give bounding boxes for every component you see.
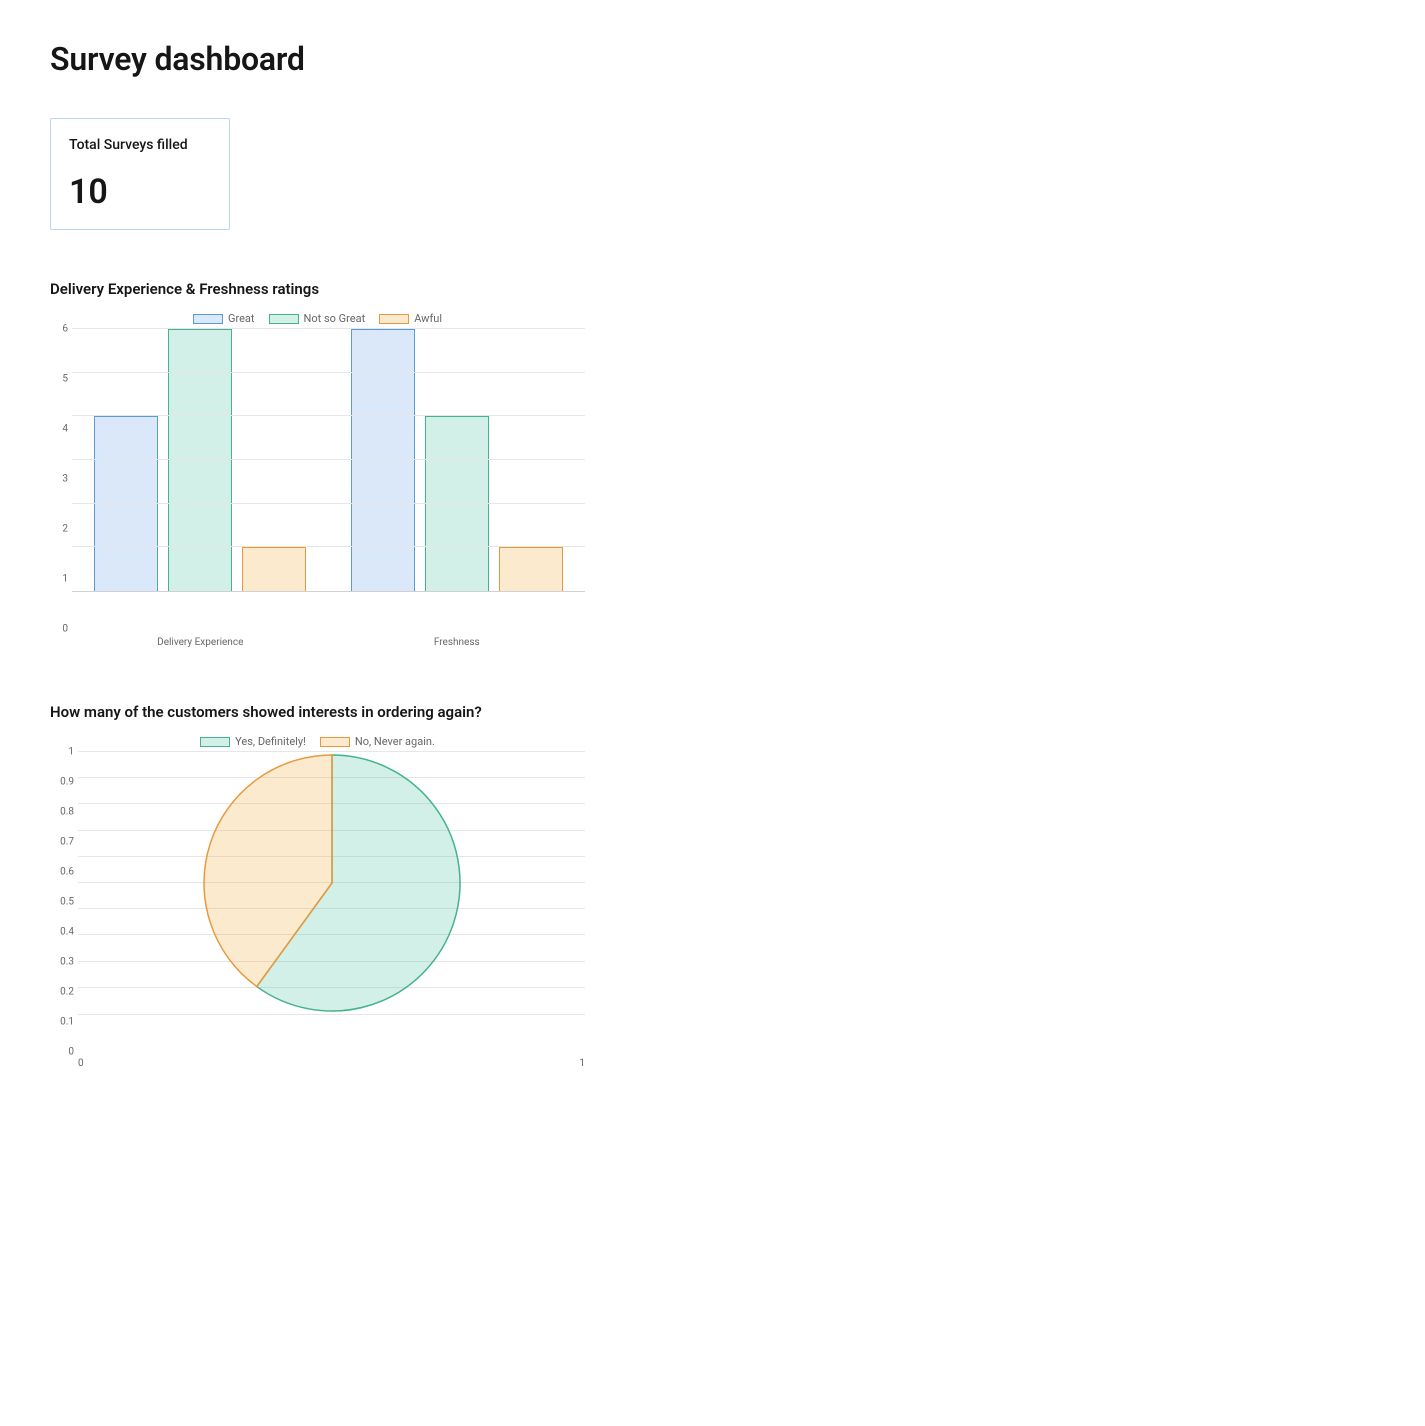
bar-chart-ytick: 4	[62, 424, 68, 435]
pie-chart-ytick: 0.7	[60, 837, 74, 848]
bar-chart: 0123456	[50, 329, 585, 629]
pie-chart-ytick: 0.9	[60, 777, 74, 788]
pie-chart-legend: Yes, Definitely! No, Never again.	[50, 735, 585, 748]
bar-chart-plot	[72, 329, 585, 592]
pie-chart-y-axis: 00.10.20.30.40.50.60.70.80.91	[50, 752, 78, 1052]
pie-chart-ytick: 0.5	[60, 897, 74, 908]
bar-group	[329, 329, 586, 591]
legend-label: No, Never again.	[355, 735, 435, 748]
bar	[168, 329, 232, 591]
legend-swatch	[200, 737, 230, 747]
bar-chart-legend: Great Not so Great Awful	[50, 312, 585, 325]
pie-chart-xtick: 0	[78, 1058, 84, 1069]
bar-chart-ytick: 0	[62, 624, 68, 635]
legend-item[interactable]: Great	[193, 312, 255, 325]
legend-swatch	[193, 314, 223, 324]
page-title: Survey dashboard	[50, 40, 1375, 78]
bar-chart-ytick: 2	[62, 524, 68, 535]
legend-item[interactable]: No, Never again.	[320, 735, 435, 748]
bar-chart-ytick: 1	[62, 574, 68, 585]
pie-chart-ytick: 0.3	[60, 957, 74, 968]
legend-swatch	[320, 737, 350, 747]
bar	[499, 547, 563, 591]
legend-item[interactable]: Not so Great	[269, 312, 366, 325]
total-surveys-value: 10	[69, 175, 211, 209]
total-surveys-label: Total Surveys filled	[69, 137, 211, 153]
pie-chart-svg	[202, 753, 462, 1013]
legend-label: Not so Great	[304, 312, 366, 325]
pie-chart-ytick: 0	[68, 1047, 74, 1058]
bar-chart-y-axis: 0123456	[50, 329, 72, 629]
bar	[94, 416, 158, 591]
pie-chart-plot	[78, 752, 585, 1015]
legend-label: Awful	[414, 312, 442, 325]
pie-chart-ytick: 0.4	[60, 927, 74, 938]
total-surveys-card: Total Surveys filled 10	[50, 118, 230, 230]
bar-chart-title: Delivery Experience & Freshness ratings	[50, 280, 1375, 298]
bar-category-label: Delivery Experience	[72, 629, 329, 648]
bar	[351, 329, 415, 591]
pie-chart-ytick: 0.1	[60, 1017, 74, 1028]
legend-label: Great	[228, 312, 255, 325]
legend-swatch	[379, 314, 409, 324]
bar-category-label: Freshness	[329, 629, 586, 648]
pie-chart-x-axis: 01	[78, 1052, 585, 1069]
pie-chart: 00.10.20.30.40.50.60.70.80.91	[50, 752, 585, 1052]
bar-group	[72, 329, 329, 591]
legend-swatch	[269, 314, 299, 324]
legend-item[interactable]: Awful	[379, 312, 442, 325]
pie-chart-title: How many of the customers showed interes…	[50, 703, 1375, 721]
bar-chart-ytick: 6	[62, 324, 68, 335]
pie-chart-ytick: 0.6	[60, 867, 74, 878]
pie-chart-ytick: 1	[68, 747, 74, 758]
pie-chart-ytick: 0.8	[60, 807, 74, 818]
bar	[425, 416, 489, 591]
bar-chart-category-labels: Delivery ExperienceFreshness	[72, 629, 585, 648]
bar	[242, 547, 306, 591]
pie-chart-xtick: 1	[579, 1058, 585, 1069]
legend-label: Yes, Definitely!	[235, 735, 306, 748]
legend-item[interactable]: Yes, Definitely!	[200, 735, 306, 748]
bar-chart-ytick: 5	[62, 374, 68, 385]
pie-chart-ytick: 0.2	[60, 987, 74, 998]
bar-chart-ytick: 3	[62, 474, 68, 485]
